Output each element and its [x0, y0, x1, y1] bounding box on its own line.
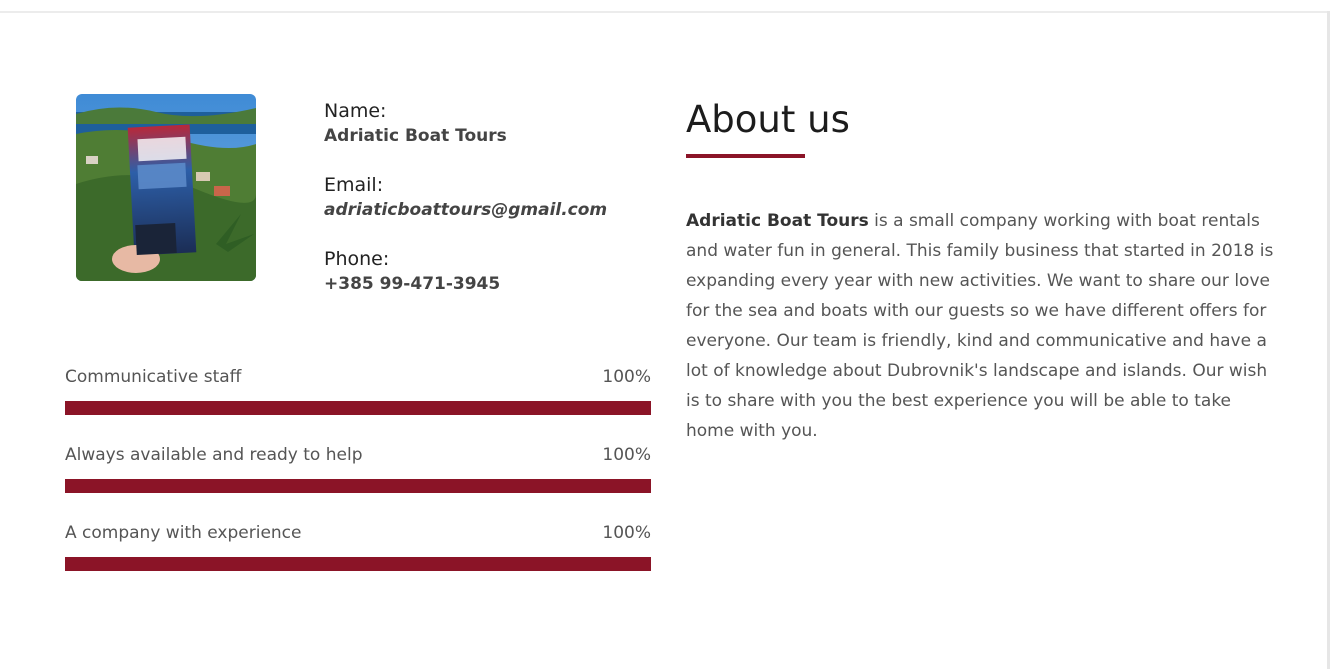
skill-item: A company with experience 100%	[65, 520, 651, 571]
progress-bar-track	[65, 557, 651, 571]
email-label: Email:	[324, 174, 384, 196]
skill-item: Always available and ready to help 100%	[65, 442, 651, 493]
scrollbar-edge	[1327, 11, 1330, 669]
about-body-text: is a small company working with boat ren…	[686, 211, 1274, 441]
about-paragraph: Adriatic Boat Tours is a small company w…	[686, 206, 1276, 446]
progress-bar-track	[65, 479, 651, 493]
name-value: Adriatic Boat Tours	[324, 126, 507, 146]
company-name-bold: Adriatic Boat Tours	[686, 211, 869, 231]
profile-info: Name: Adriatic Boat Tours Email: adriati…	[324, 98, 654, 320]
skill-label: Communicative staff	[65, 367, 242, 387]
progress-bar-fill	[65, 401, 651, 415]
progress-bar-track	[65, 401, 651, 415]
company-photo	[76, 94, 256, 281]
top-divider	[0, 11, 1328, 13]
skill-label: A company with experience	[65, 523, 302, 543]
skills-list: Communicative staff 100% Always availabl…	[65, 364, 651, 598]
progress-bar-fill	[65, 479, 651, 493]
phone-label: Phone:	[324, 248, 390, 270]
about-title: About us	[686, 98, 850, 141]
phone-value[interactable]: +385 99-471-3945	[324, 272, 654, 296]
skill-label: Always available and ready to help	[65, 445, 363, 465]
title-underline	[686, 154, 805, 158]
email-value[interactable]: adriaticboattours@gmail.com	[324, 198, 654, 222]
skill-percent: 100%	[602, 523, 651, 543]
skill-percent: 100%	[602, 445, 651, 465]
name-label: Name:	[324, 100, 387, 122]
about-section: About us Adriatic Boat Tours is a small …	[686, 94, 1276, 463]
skill-percent: 100%	[602, 367, 651, 387]
progress-bar-fill	[65, 557, 651, 571]
skill-item: Communicative staff 100%	[65, 364, 651, 415]
